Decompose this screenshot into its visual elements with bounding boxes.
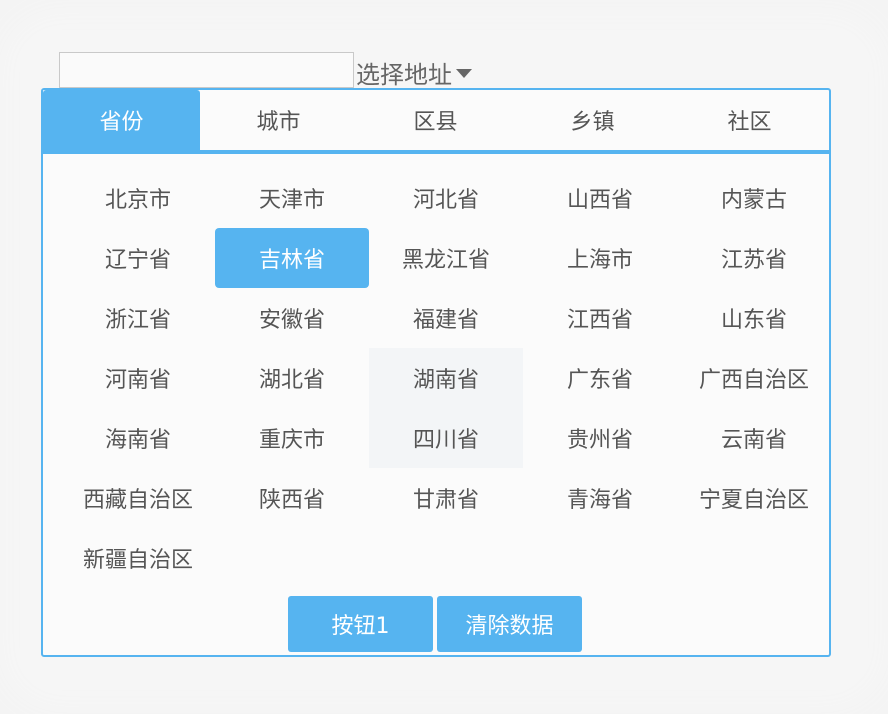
province-option[interactable]: 广东省	[523, 348, 677, 408]
province-option[interactable]: 吉林省	[215, 228, 369, 288]
province-option[interactable]: 山东省	[677, 288, 831, 348]
address-input[interactable]	[59, 52, 354, 88]
province-option[interactable]: 黑龙江省	[369, 228, 523, 288]
caret-down-icon	[456, 68, 472, 78]
province-option[interactable]: 湖南省	[369, 348, 523, 408]
province-option[interactable]: 青海省	[523, 468, 677, 528]
clear-data-button[interactable]: 清除数据	[437, 596, 582, 652]
province-option[interactable]: 河北省	[369, 168, 523, 228]
province-option[interactable]: 福建省	[369, 288, 523, 348]
button-1[interactable]: 按钮1	[288, 596, 433, 652]
province-option[interactable]: 贵州省	[523, 408, 677, 468]
province-option[interactable]: 上海市	[523, 228, 677, 288]
province-option[interactable]: 新疆自治区	[61, 528, 215, 588]
province-option[interactable]: 西藏自治区	[61, 468, 215, 528]
province-option[interactable]: 天津市	[215, 168, 369, 228]
province-option[interactable]: 江西省	[523, 288, 677, 348]
province-option[interactable]: 广西自治区	[677, 348, 831, 408]
province-option[interactable]: 北京市	[61, 168, 215, 228]
tab-town[interactable]: 乡镇	[514, 90, 671, 150]
picker-tabs: 省份 城市 区县 乡镇 社区	[43, 90, 829, 154]
province-option[interactable]: 陕西省	[215, 468, 369, 528]
province-option[interactable]: 重庆市	[215, 408, 369, 468]
tab-community[interactable]: 社区	[671, 90, 828, 150]
province-option[interactable]: 宁夏自治区	[677, 468, 831, 528]
tab-city[interactable]: 城市	[200, 90, 357, 150]
province-option[interactable]: 河南省	[61, 348, 215, 408]
province-option[interactable]: 浙江省	[61, 288, 215, 348]
select-address-label: 选择地址	[356, 60, 452, 89]
select-address-trigger[interactable]: 选择地址	[356, 56, 472, 89]
tab-province[interactable]: 省份	[43, 90, 200, 150]
province-option[interactable]: 四川省	[369, 408, 523, 468]
province-option[interactable]: 山西省	[523, 168, 677, 228]
tab-county[interactable]: 区县	[357, 90, 514, 150]
province-option[interactable]: 安徽省	[215, 288, 369, 348]
province-option[interactable]: 内蒙古	[677, 168, 831, 228]
address-picker-panel: 省份 城市 区县 乡镇 社区 北京市 天津市 河北省 山西省 内蒙古辽宁省 吉林省 黑龙江省…	[41, 88, 831, 657]
province-option[interactable]: 辽宁省	[61, 228, 215, 288]
picker-actions: 按钮1 清除数据	[288, 596, 582, 652]
province-option[interactable]: 江苏省	[677, 228, 831, 288]
province-option[interactable]: 甘肃省	[369, 468, 523, 528]
province-option[interactable]: 云南省	[677, 408, 831, 468]
province-option[interactable]: 海南省	[61, 408, 215, 468]
province-grid: 北京市 天津市 河北省 山西省 内蒙古辽宁省 吉林省 黑龙江省 上海市 江苏省浙江省 安徽省 福建省…	[61, 168, 831, 588]
province-option[interactable]: 湖北省	[215, 348, 369, 408]
